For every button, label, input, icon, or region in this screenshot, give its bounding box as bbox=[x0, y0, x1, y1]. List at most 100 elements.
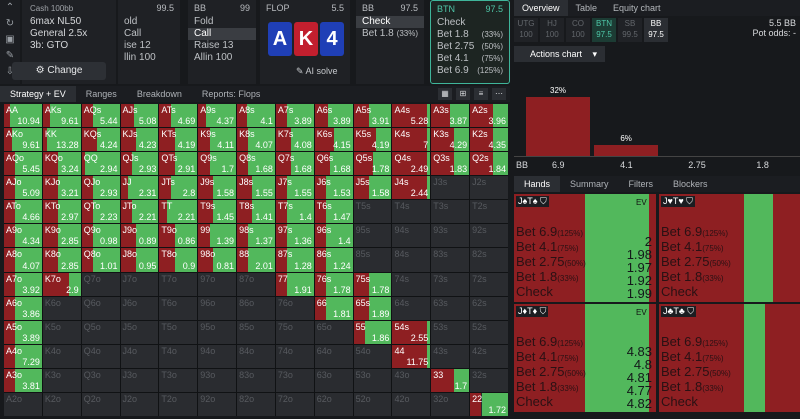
combo-panel[interactable]: J♣T♣ ⛉ Bet 6.9(125%) Bet 4.1(75%) Bet 2.75(… bbox=[659, 304, 800, 412]
range-cell[interactable]: Q3o bbox=[81, 368, 120, 392]
range-cell[interactable]: 95s bbox=[353, 224, 392, 248]
range-cell[interactable]: K5o bbox=[42, 320, 81, 344]
chevron-up-icon[interactable]: ⌃ bbox=[0, 0, 20, 16]
position-utg[interactable]: UTG 100 bbox=[514, 18, 538, 42]
range-cell[interactable]: K4s 7 bbox=[392, 128, 431, 152]
combo-panel[interactable]: J♦T♦ ⛉ EV Bet 6.9(125%) Bet 4.1(75%) Bet 2.7… bbox=[514, 304, 656, 412]
combo-panel[interactable]: J♥T♥ ⛉ Bet 6.9(125%) Bet 4.1(75%) Bet 2.75(… bbox=[659, 194, 800, 302]
range-cell[interactable]: T7o bbox=[159, 272, 198, 296]
range-cell[interactable]: J4o bbox=[120, 344, 159, 368]
action-option[interactable]: Bet 1.8 (33%) bbox=[431, 29, 509, 41]
range-cell[interactable]: 52o bbox=[353, 392, 392, 416]
range-cell[interactable]: 73s bbox=[431, 272, 470, 296]
range-cell[interactable]: Q2o bbox=[81, 392, 120, 416]
range-cell[interactable]: 96s 1.4 bbox=[314, 224, 353, 248]
range-cell[interactable]: Q7s 1.68 bbox=[275, 152, 314, 176]
range-cell[interactable]: K9o 2.85 bbox=[42, 224, 81, 248]
range-cell[interactable]: T7s 1.4 bbox=[275, 200, 314, 224]
range-cell[interactable]: Q5o bbox=[81, 320, 120, 344]
range-cell[interactable]: T9s 1.45 bbox=[198, 200, 237, 224]
range-cell[interactable]: 64s bbox=[392, 296, 431, 320]
bb-action-panel[interactable]: BB 99 Fold Call Raise 13 Allin 100 bbox=[188, 0, 256, 84]
range-cell[interactable]: 87s 1.28 bbox=[275, 248, 314, 272]
tab-blockers[interactable]: Blockers bbox=[663, 176, 718, 192]
range-cell[interactable]: 43o bbox=[392, 368, 431, 392]
range-cell[interactable]: A2s 3.96 bbox=[470, 104, 508, 128]
range-cell[interactable]: 87o bbox=[237, 272, 275, 296]
tab-reports-flops[interactable]: Reports: Flops bbox=[192, 86, 271, 102]
refresh-icon[interactable]: ↻ bbox=[0, 16, 20, 32]
range-cell[interactable]: 72o bbox=[275, 392, 314, 416]
range-cell[interactable]: 63s bbox=[431, 296, 470, 320]
range-cell[interactable]: 84s bbox=[392, 248, 431, 272]
range-cell[interactable]: A3s 3.87 bbox=[431, 104, 470, 128]
range-cell[interactable]: T5s bbox=[353, 200, 392, 224]
range-cell[interactable]: J8o 0.95 bbox=[120, 248, 159, 272]
range-cell[interactable]: 82s bbox=[470, 248, 508, 272]
range-cell[interactable]: Q9s 1.7 bbox=[198, 152, 237, 176]
range-cell[interactable]: K8s 4.07 bbox=[237, 128, 275, 152]
grid-view-icon[interactable]: ▦ bbox=[438, 88, 452, 100]
range-cell[interactable]: 44 11.75 bbox=[392, 344, 431, 368]
range-cell[interactable]: 42s bbox=[470, 344, 508, 368]
range-cell[interactable]: Q8o 1.01 bbox=[81, 248, 120, 272]
range-cell[interactable]: 33 1.7 bbox=[431, 368, 470, 392]
range-cell[interactable]: K3o bbox=[42, 368, 81, 392]
range-cell[interactable]: J2s bbox=[470, 176, 508, 200]
range-cell[interactable]: KQs 4.24 bbox=[81, 128, 120, 152]
range-cell[interactable]: 83o bbox=[237, 368, 275, 392]
range-cell[interactable]: QJo 2.93 bbox=[81, 176, 120, 200]
range-cell[interactable]: J4s 2.44 bbox=[392, 176, 431, 200]
range-cell[interactable]: JTs 2.8 bbox=[159, 176, 198, 200]
tab-ranges[interactable]: Ranges bbox=[76, 86, 127, 102]
range-cell[interactable]: A3o 3.81 bbox=[4, 368, 42, 392]
range-cell[interactable]: 53o bbox=[353, 368, 392, 392]
range-cell[interactable]: 74s bbox=[392, 272, 431, 296]
range-cell[interactable]: AQs 5.44 bbox=[81, 104, 120, 128]
range-cell[interactable]: AJs 5.08 bbox=[120, 104, 159, 128]
range-cell[interactable]: Q6o bbox=[81, 296, 120, 320]
action-option[interactable]: Raise 13 bbox=[188, 40, 256, 52]
range-cell[interactable]: QTo 2.23 bbox=[81, 200, 120, 224]
bb-flop-panel[interactable]: BB 97.5 Check Bet 1.8 (33%) bbox=[356, 0, 424, 84]
range-cell[interactable]: K4o bbox=[42, 344, 81, 368]
combo-panel[interactable]: J♠T♠ ⛉ EV Bet 6.9(125%) Bet 4.1(75%) Bet 2.7… bbox=[514, 194, 656, 302]
range-cell[interactable]: 76o bbox=[275, 296, 314, 320]
range-cell[interactable]: 86o bbox=[237, 296, 275, 320]
action-option[interactable]: Call bbox=[118, 28, 180, 40]
range-cell[interactable]: Q4s 2.49 bbox=[392, 152, 431, 176]
range-cell[interactable]: A5s 3.91 bbox=[353, 104, 392, 128]
action-option[interactable]: Bet 2.75 (50%) bbox=[431, 41, 509, 53]
change-button[interactable]: ⚙ Change bbox=[12, 62, 106, 80]
action-option[interactable]: llin 100 bbox=[118, 52, 180, 64]
range-cell[interactable]: KTs 4.19 bbox=[159, 128, 198, 152]
range-cell[interactable]: J2o bbox=[120, 392, 159, 416]
range-cell[interactable]: 22 1.72 bbox=[470, 392, 508, 416]
range-cell[interactable]: K6o bbox=[42, 296, 81, 320]
range-cell[interactable]: 86s 1.24 bbox=[314, 248, 353, 272]
range-cell[interactable]: A8s 4.1 bbox=[237, 104, 275, 128]
range-cell[interactable]: 42o bbox=[392, 392, 431, 416]
range-cell[interactable]: QJs 2.93 bbox=[120, 152, 159, 176]
range-cell[interactable]: K9s 4.11 bbox=[198, 128, 237, 152]
range-cell[interactable]: 76s 1.78 bbox=[314, 272, 353, 296]
range-cell[interactable]: T4o bbox=[159, 344, 198, 368]
action-option[interactable]: old bbox=[118, 16, 180, 28]
range-cell[interactable]: QTs 2.91 bbox=[159, 152, 198, 176]
range-cell[interactable]: A8o 4.07 bbox=[4, 248, 42, 272]
range-cell[interactable]: 54s 2.55 bbox=[392, 320, 431, 344]
range-cell[interactable]: Q7o bbox=[81, 272, 120, 296]
range-cell[interactable]: 63o bbox=[314, 368, 353, 392]
tab-breakdown[interactable]: Breakdown bbox=[127, 86, 192, 102]
position-sb[interactable]: SB 99.5 bbox=[618, 18, 642, 42]
range-cell[interactable]: 99 1.39 bbox=[198, 224, 237, 248]
range-cell[interactable]: A9o 4.34 bbox=[4, 224, 42, 248]
range-cell[interactable]: A7s 3.89 bbox=[275, 104, 314, 128]
range-cell[interactable]: T6s 1.47 bbox=[314, 200, 353, 224]
range-cell[interactable]: A5o 3.89 bbox=[4, 320, 42, 344]
range-cell[interactable]: 62s bbox=[470, 296, 508, 320]
range-cell[interactable]: 62o bbox=[314, 392, 353, 416]
save-icon[interactable]: ▣ bbox=[0, 32, 20, 48]
range-cell[interactable]: K5s 4.19 bbox=[353, 128, 392, 152]
tab-overview[interactable]: Overview bbox=[514, 0, 568, 16]
